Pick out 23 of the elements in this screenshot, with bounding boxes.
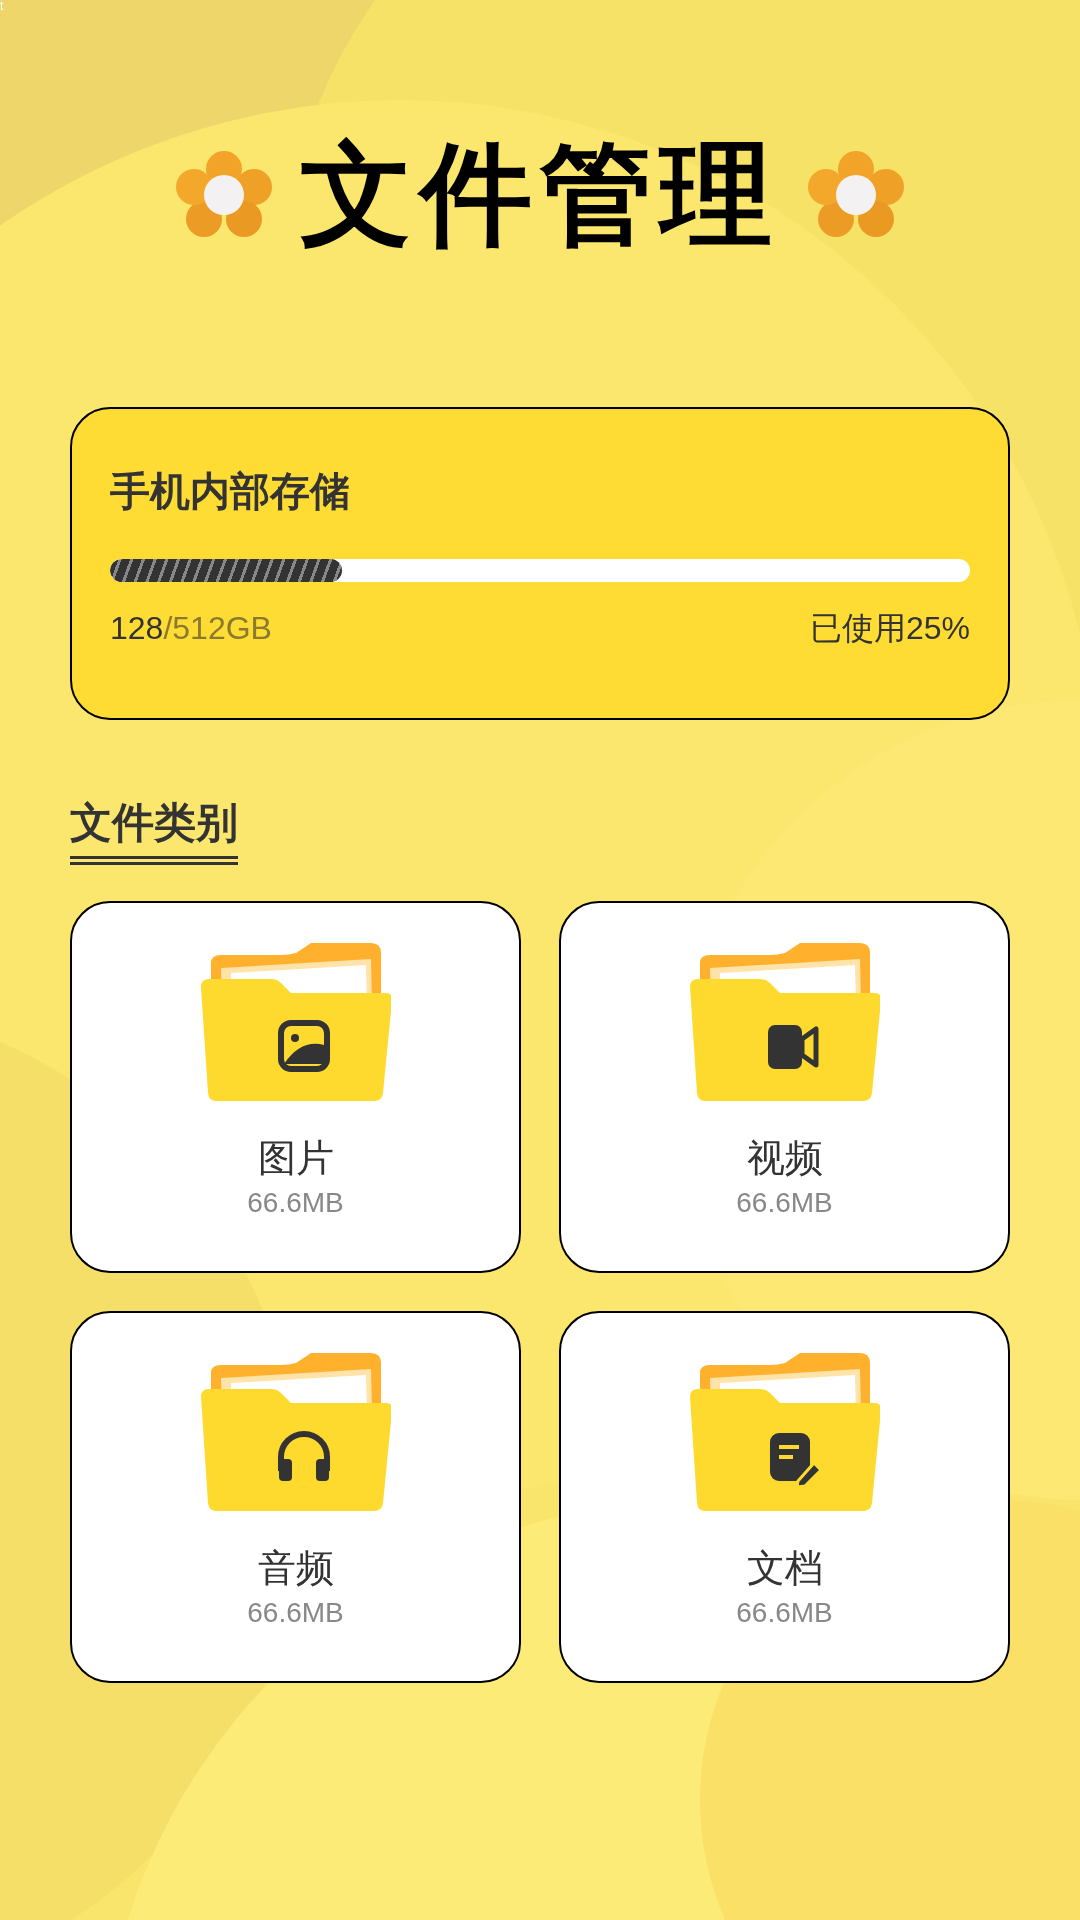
category-card[interactable]: 音频 66.6MB [70, 1311, 521, 1683]
category-card[interactable]: 图片 66.6MB [70, 901, 521, 1273]
category-size: 66.6MB [736, 1189, 833, 1217]
corner-text: t [0, 0, 4, 13]
category-name: 文档 [746, 1549, 823, 1587]
page-title: 文件管理 [300, 139, 780, 251]
video-camera-icon [767, 1025, 818, 1069]
image-icon [277, 1020, 330, 1072]
category-card[interactable]: 文档 66.6MB [559, 1311, 1010, 1683]
used-percent: 已使用25% [809, 612, 970, 644]
category-card[interactable]: 视频 66.6MB [559, 901, 1010, 1273]
section-title: 文件类别 [70, 802, 238, 848]
category-name: 视频 [746, 1139, 823, 1177]
flower-icon [808, 151, 904, 239]
storage-usage: 128/512GB [110, 612, 272, 644]
headphones-icon [277, 1431, 330, 1481]
category-name: 图片 [257, 1139, 334, 1177]
category-name: 音频 [257, 1549, 334, 1587]
category-size: 66.6MB [247, 1599, 344, 1627]
category-size: 66.6MB [736, 1599, 833, 1627]
storage-title: 手机内部存储 [110, 471, 351, 511]
category-size: 66.6MB [247, 1189, 344, 1217]
flower-icon [176, 151, 272, 239]
